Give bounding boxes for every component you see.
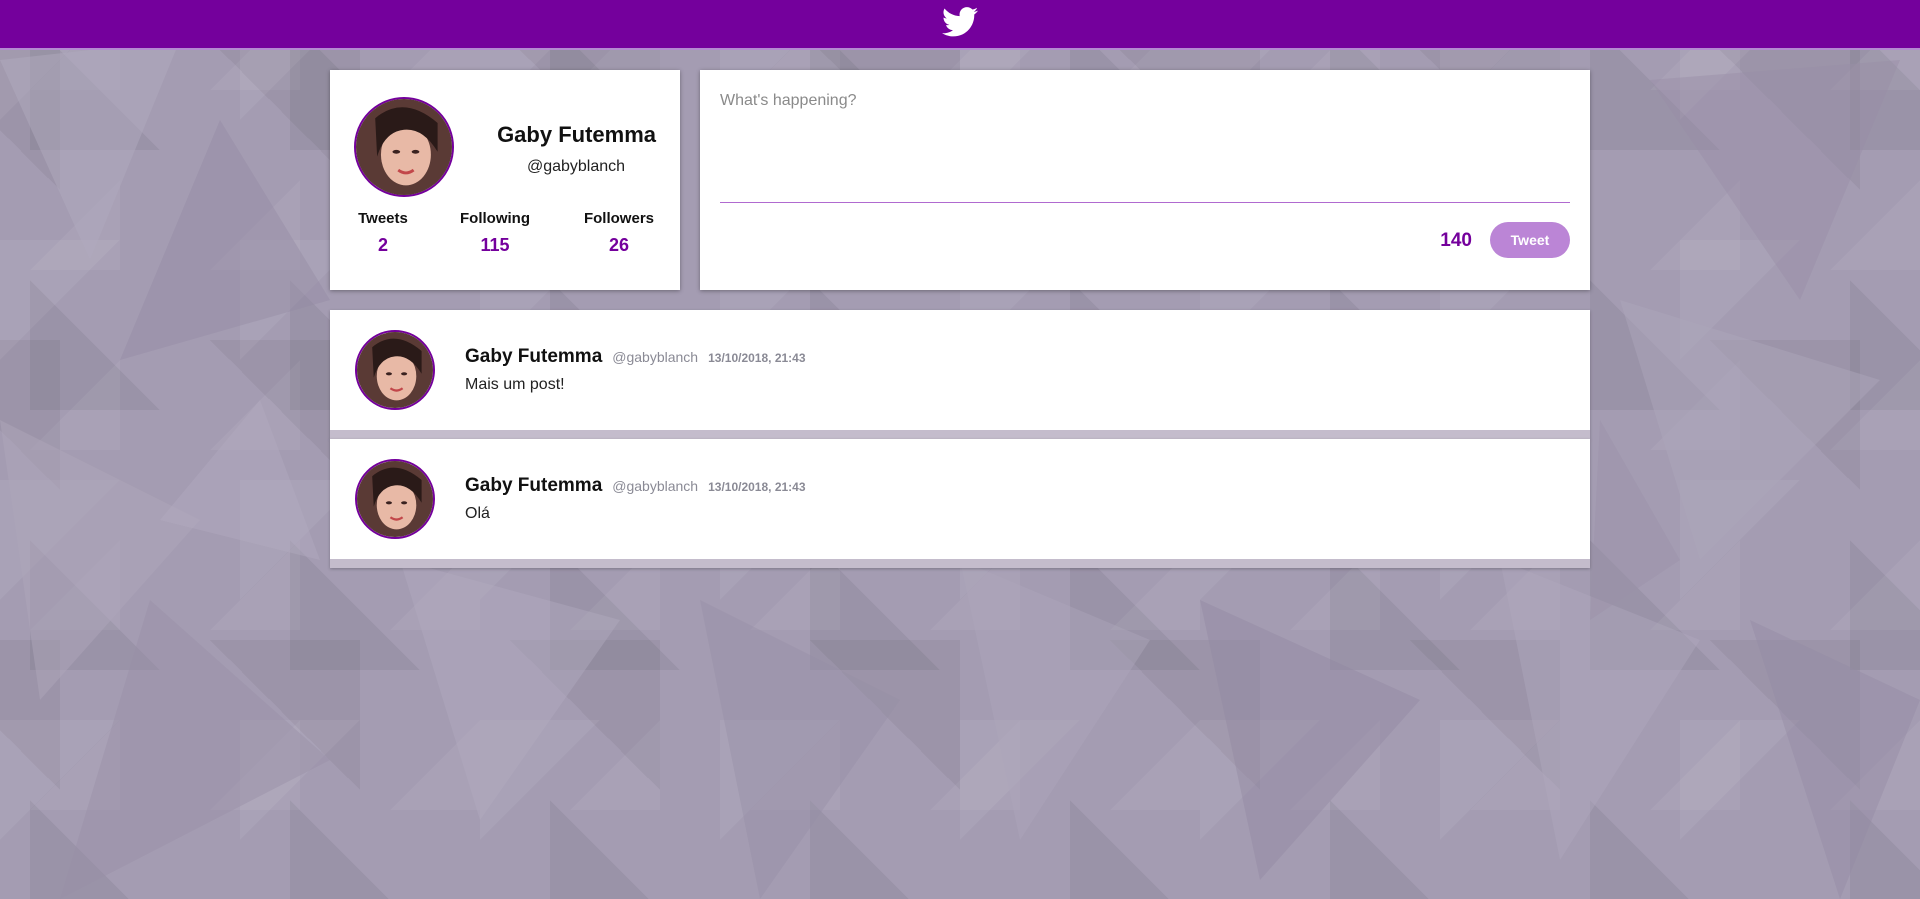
stat-tweets[interactable]: Tweets 2 <box>338 210 428 256</box>
tweet-item[interactable]: Gaby Futemma @gabyblanch 13/10/2018, 21:… <box>330 439 1590 568</box>
tweet-button[interactable]: Tweet <box>1490 222 1570 258</box>
tweet-timestamp: 13/10/2018, 21:43 <box>708 480 806 494</box>
profile-name: Gaby Futemma <box>497 122 656 147</box>
tweet-timestamp: 13/10/2018, 21:43 <box>708 351 806 365</box>
tweet-item[interactable]: Gaby Futemma @gabyblanch 13/10/2018, 21:… <box>330 310 1590 439</box>
tweet-author[interactable]: Gaby Futemma <box>465 346 602 368</box>
profile-avatar[interactable] <box>354 97 454 197</box>
tweet-text: Olá <box>465 505 490 522</box>
stat-followers-value: 26 <box>608 235 630 255</box>
stat-followers[interactable]: Followers 26 <box>574 210 664 256</box>
tweet-avatar[interactable] <box>355 459 435 539</box>
tweet-handle[interactable]: @gabyblanch <box>612 349 698 365</box>
top-navigation-bar <box>0 0 1920 50</box>
stat-followers-label: Followers <box>583 210 654 227</box>
user-avatar-icon <box>357 332 433 408</box>
stat-following[interactable]: Following 115 <box>450 210 540 256</box>
tweet-avatar[interactable] <box>355 330 435 410</box>
user-avatar-icon <box>356 99 452 195</box>
stat-tweets-label: Tweets <box>358 210 408 227</box>
tweet-handle[interactable]: @gabyblanch <box>612 478 698 494</box>
profile-handle: @gabyblanch <box>526 158 626 175</box>
stat-following-label: Following <box>460 210 530 227</box>
twitter-bird-icon[interactable] <box>942 6 978 42</box>
user-avatar-icon <box>357 461 433 537</box>
tweet-text: Mais um post! <box>465 376 565 393</box>
tweet-author[interactable]: Gaby Futemma <box>465 475 602 497</box>
tweet-header: Gaby Futemma @gabyblanch 13/10/2018, 21:… <box>465 475 806 497</box>
tweet-header: Gaby Futemma @gabyblanch 13/10/2018, 21:… <box>465 346 806 368</box>
compose-tweet-input[interactable] <box>720 92 1570 203</box>
profile-card: Gaby Futemma @gabyblanch Tweets 2 Follow… <box>330 70 680 290</box>
character-counter: 140 <box>1440 230 1472 251</box>
compose-card: 140 Tweet <box>700 70 1590 290</box>
stat-tweets-value: 2 <box>377 235 388 255</box>
stat-following-value: 115 <box>480 235 510 255</box>
tweet-feed: Gaby Futemma @gabyblanch 13/10/2018, 21:… <box>330 310 1590 568</box>
